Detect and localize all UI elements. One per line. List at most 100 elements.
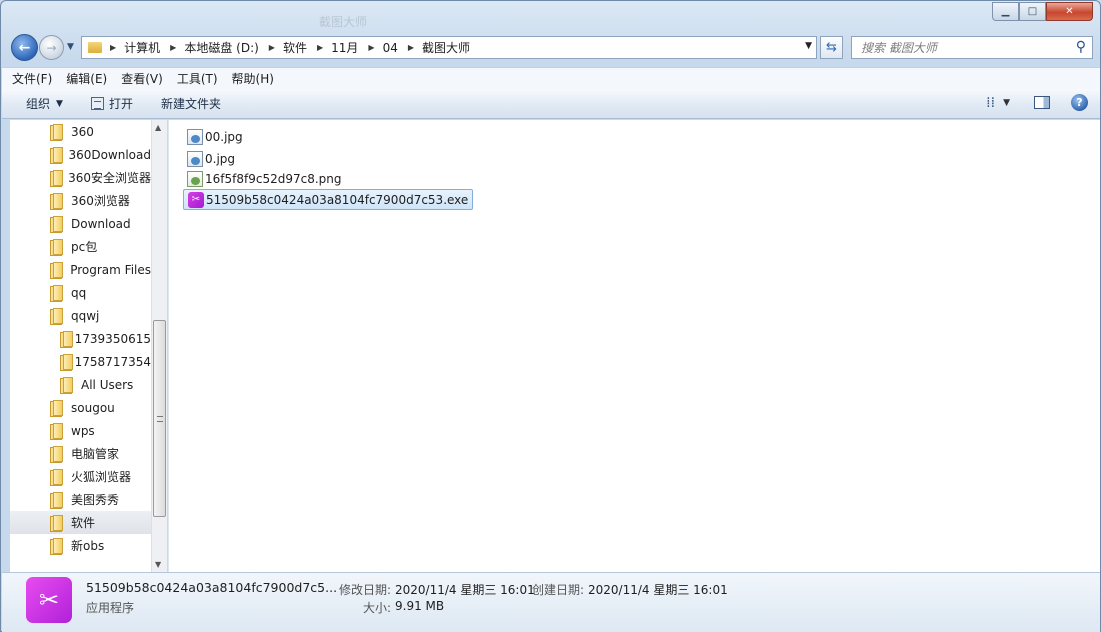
close-button[interactable]: ✕ [1046, 2, 1093, 21]
tree-item-360-browser[interactable]: 360浏览器 [10, 189, 151, 212]
file-item-0-jpg[interactable]: 0.jpg [183, 148, 239, 169]
tree-item-download[interactable]: Download [10, 212, 151, 235]
minimize-button[interactable]: ▁ [992, 2, 1019, 21]
chevron-right-icon[interactable]: ▶ [368, 43, 374, 52]
file-item-png[interactable]: 16f5f8f9c52d97c8.png [183, 168, 346, 189]
organize-label: 组织 [26, 97, 51, 111]
tree-item-pc-package[interactable]: pc包 [10, 235, 151, 258]
search-input[interactable] [852, 40, 1062, 55]
tree-item-360download[interactable]: 360Download [10, 143, 151, 166]
open-icon [90, 97, 104, 110]
scroll-down-icon[interactable]: ▼ [155, 560, 161, 569]
created-date-value: 2020/11/4 星期三 16:01 [588, 583, 728, 597]
navigation-scrollbar[interactable]: ▲ ▼ [151, 120, 167, 572]
window-controls: ▁ □ ✕ [992, 2, 1093, 21]
scissors-app-icon: ✂ [188, 191, 204, 208]
recent-pages-dropdown[interactable]: ▼ [67, 42, 74, 52]
tree-item-360[interactable]: 360 [10, 120, 151, 143]
new-folder-label: 新建文件夹 [160, 97, 221, 111]
tree-item-meitu[interactable]: 美图秀秀 [10, 488, 151, 511]
folder-icon [50, 285, 63, 302]
change-view-icon[interactable]: ⁞⁞ [986, 95, 995, 111]
size-label: 大小: [363, 601, 392, 615]
preview-pane-icon[interactable] [1034, 96, 1050, 109]
tree-item-label: 美图秀秀 [71, 493, 120, 507]
tree-item-new-obs[interactable]: 新obs [10, 534, 151, 557]
tree-item-program-files[interactable]: Program Files [10, 258, 151, 281]
tree-item-1739350615[interactable]: 1739350615 [10, 327, 151, 350]
help-icon[interactable]: ? [1071, 94, 1088, 111]
open-button[interactable]: 打开 [90, 95, 133, 112]
window-title: 截图大师 [319, 15, 368, 29]
breadcrumb-november[interactable]: 11月 [331, 39, 358, 56]
search-box[interactable]: ⚲ [851, 36, 1093, 59]
tree-item-1758717354[interactable]: 1758717354 [10, 350, 151, 373]
folder-icon [50, 400, 63, 417]
breadcrumb-local-disk[interactable]: 本地磁盘 (D:) [184, 39, 258, 56]
back-button[interactable]: ← [11, 34, 38, 61]
file-item-00-jpg[interactable]: 00.jpg [183, 126, 247, 147]
refresh-button[interactable]: ⇆ [820, 36, 843, 59]
tree-item-label: 电脑管家 [71, 447, 120, 461]
tree-item-label: 360Download [68, 147, 151, 162]
grip-icon [157, 416, 163, 422]
folder-icon [50, 262, 64, 279]
organize-button[interactable]: 组织 ▼ [26, 95, 63, 112]
folder-icon [50, 193, 63, 210]
tree-item-label: qq [71, 285, 87, 300]
view-controls: ⁞⁞ ▼ ? [986, 94, 1088, 111]
tree-item-qq[interactable]: qq [10, 281, 151, 304]
folder-icon [50, 538, 63, 555]
menu-help[interactable]: 帮助(H) [232, 70, 274, 87]
tree-item-label: Program Files [70, 262, 151, 277]
tree-item-qqwj[interactable]: qqwj [10, 304, 151, 327]
menu-edit[interactable]: 编辑(E) [66, 70, 107, 87]
chevron-right-icon[interactable]: ▶ [317, 43, 323, 52]
search-icon[interactable]: ⚲ [1076, 39, 1086, 55]
png-file-icon [187, 170, 203, 187]
file-item-exe[interactable]: ✂ 51509b58c0424a03a8104fc7900d7c53.exe [183, 189, 474, 210]
maximize-button[interactable]: □ [1019, 2, 1046, 21]
breadcrumb-computer[interactable]: 计算机 [124, 39, 160, 56]
address-bar[interactable]: ▶ 计算机 ▶ 本地磁盘 (D:) ▶ 软件 ▶ 11月 ▶ 04 ▶ 截图大师… [81, 36, 817, 59]
breadcrumb-software[interactable]: 软件 [283, 39, 307, 56]
tree-item-sougou[interactable]: sougou [10, 396, 151, 419]
menu-file[interactable]: 文件(F) [12, 70, 52, 87]
new-folder-button[interactable]: 新建文件夹 [161, 95, 221, 112]
tree-item-label: pc包 [71, 240, 98, 254]
modified-date-value: 2020/11/4 星期三 16:01 [395, 583, 535, 597]
scroll-up-icon[interactable]: ▲ [155, 123, 161, 132]
file-name: 0.jpg [205, 151, 236, 166]
refresh-icon: ⇆ [826, 40, 837, 55]
menu-tools[interactable]: 工具(T) [177, 70, 218, 87]
tree-item-label: 360浏览器 [71, 194, 130, 208]
menu-view[interactable]: 查看(V) [121, 70, 163, 87]
folder-icon [50, 170, 64, 187]
address-history-dropdown[interactable]: ▼ [805, 41, 812, 51]
folder-icon [60, 331, 73, 348]
tree-item-software[interactable]: 软件 [10, 511, 151, 534]
view-options-dropdown[interactable]: ▼ [1003, 98, 1010, 108]
breadcrumb-current[interactable]: 截图大师 [422, 39, 470, 56]
folder-icon [88, 42, 102, 53]
details-file-type: 应用程序 [86, 601, 135, 615]
tree-item-firefox[interactable]: 火狐浏览器 [10, 465, 151, 488]
chevron-right-icon[interactable]: ▶ [110, 43, 116, 52]
chevron-right-icon[interactable]: ▶ [408, 43, 414, 52]
breadcrumb-04[interactable]: 04 [383, 41, 398, 55]
scrollbar-thumb[interactable] [153, 320, 166, 517]
folder-icon [50, 469, 63, 486]
tree-item-360-secure-browser[interactable]: 360安全浏览器 [10, 166, 151, 189]
chevron-right-icon[interactable]: ▶ [269, 43, 275, 52]
scissors-app-icon: ✂ [26, 577, 72, 623]
jpg-file-icon [187, 150, 203, 167]
chevron-right-icon[interactable]: ▶ [170, 43, 176, 52]
tree-item-pc-manager[interactable]: 电脑管家 [10, 442, 151, 465]
created-date-label: 创建日期: [532, 583, 585, 597]
back-arrow-icon: ← [18, 39, 31, 56]
forward-button[interactable]: → [39, 35, 64, 60]
tree-item-wps[interactable]: wps [10, 419, 151, 442]
tree-item-all-users[interactable]: All Users [10, 373, 151, 396]
folder-icon [60, 354, 73, 371]
modified-date-label: 修改日期: [339, 583, 392, 597]
